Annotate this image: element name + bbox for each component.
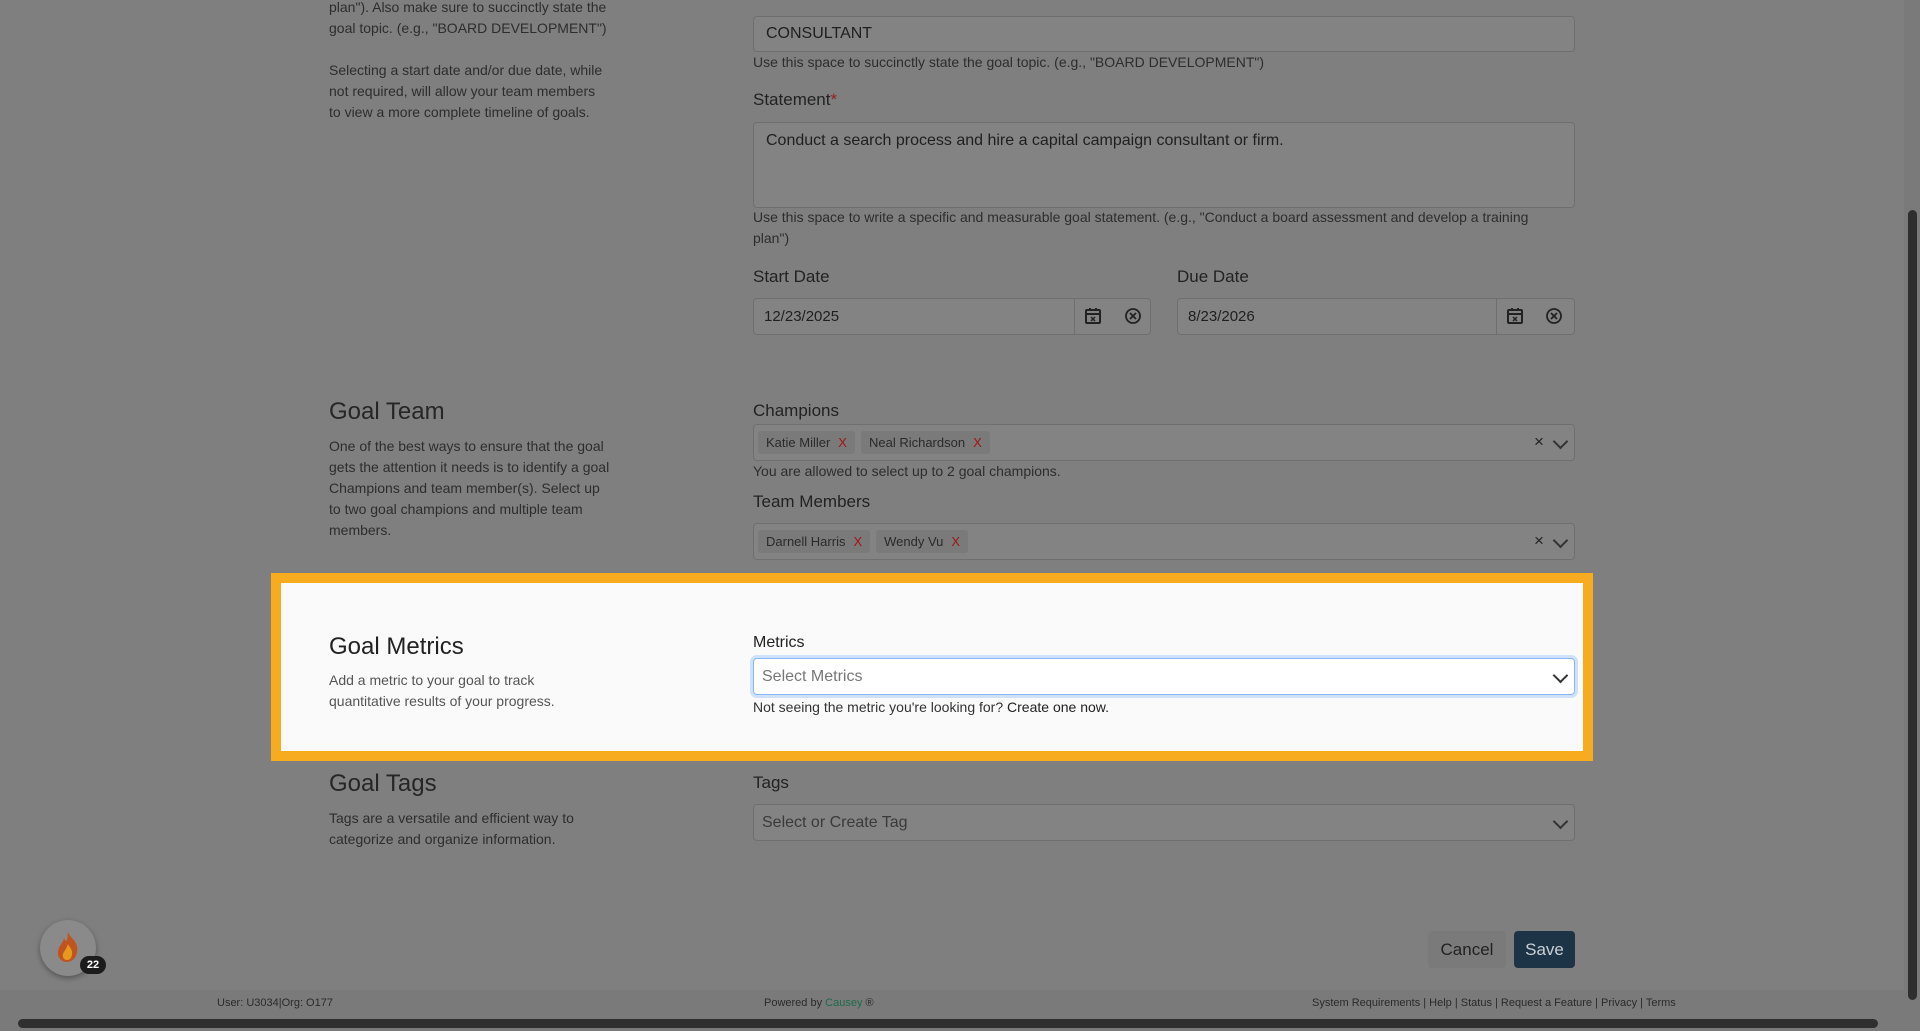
- statement-value: Conduct a search process and hire a capi…: [766, 132, 1284, 149]
- team-members-label: Team Members: [753, 492, 871, 511]
- champion-name: Katie Miller: [766, 435, 831, 450]
- champion-chip: Katie Miller X: [758, 431, 855, 454]
- remove-chip-button[interactable]: X: [853, 534, 862, 549]
- chevron-down-icon[interactable]: [1552, 433, 1569, 450]
- start-date-label: Start Date: [753, 267, 830, 286]
- member-name: Wendy Vu: [884, 534, 944, 549]
- statement-help-line: plan"): [753, 230, 790, 246]
- calendar-icon[interactable]: [1084, 307, 1102, 330]
- horizontal-scrollbar[interactable]: [0, 1015, 1920, 1031]
- goal-metrics-desc: Add a metric to your goal to track quant…: [329, 670, 555, 712]
- chevron-down-icon[interactable]: [1552, 532, 1569, 549]
- goal-team-desc-line: gets the attention it needs is to identi…: [329, 459, 610, 475]
- champions-select[interactable]: Katie Miller X Neal Richardson X ×: [753, 424, 1575, 461]
- vertical-scrollbar[interactable]: [1904, 0, 1920, 1015]
- topic-help: Use this space to succinctly state the g…: [753, 54, 1265, 70]
- flame-icon: [53, 930, 83, 969]
- calendar-icon[interactable]: [1506, 307, 1524, 330]
- footer-powered: Powered by Causey ®: [764, 997, 874, 1009]
- intro-help: plan"). Also make sure to succinctly sta…: [329, 0, 629, 123]
- metrics-help-text: Not seeing the metric you're looking for…: [753, 699, 1004, 715]
- statement-label: Statement*: [753, 90, 837, 110]
- member-chip: Darnell Harris X: [758, 530, 871, 553]
- team-members-select[interactable]: Darnell Harris X Wendy Vu X ×: [753, 523, 1575, 560]
- goal-tags-title: Goal Tags: [329, 770, 437, 797]
- footer-links[interactable]: System Requirements | Help | Status | Re…: [1312, 997, 1676, 1009]
- intro-line: not required, will allow your team membe…: [329, 83, 596, 99]
- intro-line: goal topic. (e.g., "BOARD DEVELOPMENT"): [329, 20, 607, 36]
- goal-team-desc: One of the best ways to ensure that the …: [329, 436, 639, 541]
- horizontal-scroll-thumb[interactable]: [18, 1019, 1878, 1028]
- divider: [1074, 299, 1075, 334]
- topic-value: CONSULTANT: [766, 25, 873, 42]
- goal-metrics-highlight: Goal Metrics Add a metric to your goal t…: [271, 573, 1593, 761]
- create-metric-link[interactable]: Create one now.: [1007, 699, 1109, 715]
- save-button[interactable]: Save: [1514, 931, 1575, 968]
- champions-label: Champions: [753, 401, 839, 420]
- goal-tags-desc-line: categorize and organize information.: [329, 831, 556, 847]
- due-date-value: 8/23/2026: [1188, 308, 1255, 325]
- registered-mark: ®: [865, 997, 874, 1009]
- statement-help-line: Use this space to write a specific and m…: [753, 209, 1529, 225]
- goal-metrics-desc-line: Add a metric to your goal to track: [329, 672, 535, 688]
- statement-help: Use this space to write a specific and m…: [753, 207, 1583, 249]
- topic-input[interactable]: CONSULTANT: [753, 16, 1575, 52]
- goal-team-desc-line: Champions and team member(s). Select up: [329, 480, 600, 496]
- statement-label-text: Statement: [753, 90, 831, 109]
- member-name: Darnell Harris: [766, 534, 846, 549]
- goal-tags-desc-line: Tags are a versatile and efficient way t…: [329, 810, 574, 826]
- champion-name: Neal Richardson: [868, 435, 966, 450]
- goal-metrics-desc-line: quantitative results of your progress.: [329, 693, 555, 709]
- powered-by-text: Powered by: [764, 997, 823, 1009]
- clear-all-icon[interactable]: ×: [1534, 531, 1544, 551]
- clear-circle-icon[interactable]: [1124, 307, 1142, 330]
- goal-metrics-title: Goal Metrics: [329, 633, 464, 660]
- notification-count-badge: 22: [80, 956, 106, 974]
- goal-team-desc-line: members.: [329, 522, 392, 538]
- chevron-down-icon[interactable]: [1552, 667, 1569, 684]
- champion-chip: Neal Richardson X: [860, 431, 990, 454]
- chevron-down-icon[interactable]: [1552, 813, 1569, 830]
- remove-chip-button[interactable]: X: [838, 435, 847, 450]
- metrics-help: Not seeing the metric you're looking for…: [753, 699, 1109, 715]
- tags-select[interactable]: Select or Create Tag: [753, 804, 1575, 841]
- intro-line: to view a more complete timeline of goal…: [329, 104, 590, 120]
- required-mark: *: [830, 90, 838, 109]
- metrics-select[interactable]: Select Metrics: [753, 658, 1575, 695]
- goal-team-desc-line: to two goal champions and multiple team: [329, 501, 583, 517]
- divider: [1496, 299, 1497, 334]
- start-date-input[interactable]: 12/23/2025: [753, 298, 1151, 335]
- statement-textarea[interactable]: Conduct a search process and hire a capi…: [753, 122, 1575, 208]
- due-date-input[interactable]: 8/23/2026: [1177, 298, 1575, 335]
- footer-user-info: User: U3034|Org: O177: [217, 997, 333, 1009]
- footer: User: U3034|Org: O177 Powered by Causey …: [0, 990, 1904, 1015]
- activity-widget[interactable]: 22: [40, 920, 106, 976]
- goal-team-desc-line: One of the best ways to ensure that the …: [329, 438, 604, 454]
- clear-all-icon[interactable]: ×: [1534, 432, 1544, 452]
- goal-tags-desc: Tags are a versatile and efficient way t…: [329, 808, 639, 850]
- tags-placeholder: Select or Create Tag: [762, 814, 908, 831]
- remove-chip-button[interactable]: X: [951, 534, 960, 549]
- member-chip: Wendy Vu X: [876, 530, 969, 553]
- champions-help: You are allowed to select up to 2 goal c…: [753, 463, 1061, 479]
- brand-link[interactable]: Causey: [825, 997, 862, 1009]
- metrics-placeholder: Select Metrics: [762, 668, 863, 685]
- intro-line: plan"). Also make sure to succinctly sta…: [329, 0, 607, 15]
- vertical-scroll-thumb[interactable]: [1908, 210, 1917, 1000]
- metrics-label: Metrics: [753, 634, 805, 651]
- remove-chip-button[interactable]: X: [973, 435, 982, 450]
- cancel-button[interactable]: Cancel: [1428, 931, 1506, 968]
- due-date-label: Due Date: [1177, 267, 1249, 286]
- tags-label: Tags: [753, 773, 789, 792]
- intro-line: Selecting a start date and/or due date, …: [329, 62, 603, 78]
- clear-circle-icon[interactable]: [1545, 307, 1563, 330]
- goal-team-title: Goal Team: [329, 398, 445, 425]
- start-date-value: 12/23/2025: [764, 308, 840, 325]
